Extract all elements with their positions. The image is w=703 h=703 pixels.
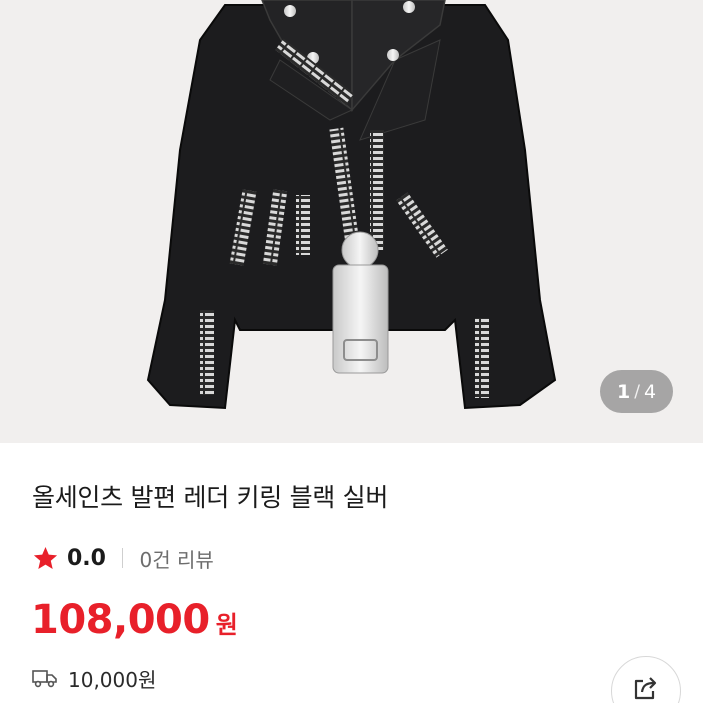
rating-row[interactable]: 0.0 0건 리뷰 [32, 541, 214, 575]
price: 108,000 원 [31, 597, 238, 643]
rating-score: 0.0 [67, 545, 106, 571]
share-icon [634, 677, 657, 700]
image-counter-separator: / [634, 381, 640, 402]
product-image [146, 0, 557, 410]
price-amount: 108,000 [31, 597, 210, 643]
shipping-row: 10,000원 [32, 663, 156, 693]
product-title: 올세인츠 발편 레더 키링 블랙 실버 [32, 483, 389, 512]
image-counter-current: 1 [616, 380, 631, 403]
truck-icon [32, 670, 57, 688]
review-count-link[interactable]: 0건 리뷰 [139, 544, 213, 573]
image-counter: 1 / 4 [600, 370, 673, 413]
image-counter-total: 4 [643, 380, 657, 403]
rating-divider [121, 548, 124, 568]
price-unit: 원 [215, 611, 238, 639]
product-image-gallery[interactable]: 1 / 4 [0, 0, 703, 443]
shipping-fee: 10,000원 [68, 667, 157, 692]
star-icon [33, 546, 58, 569]
share-button[interactable] [611, 656, 681, 703]
